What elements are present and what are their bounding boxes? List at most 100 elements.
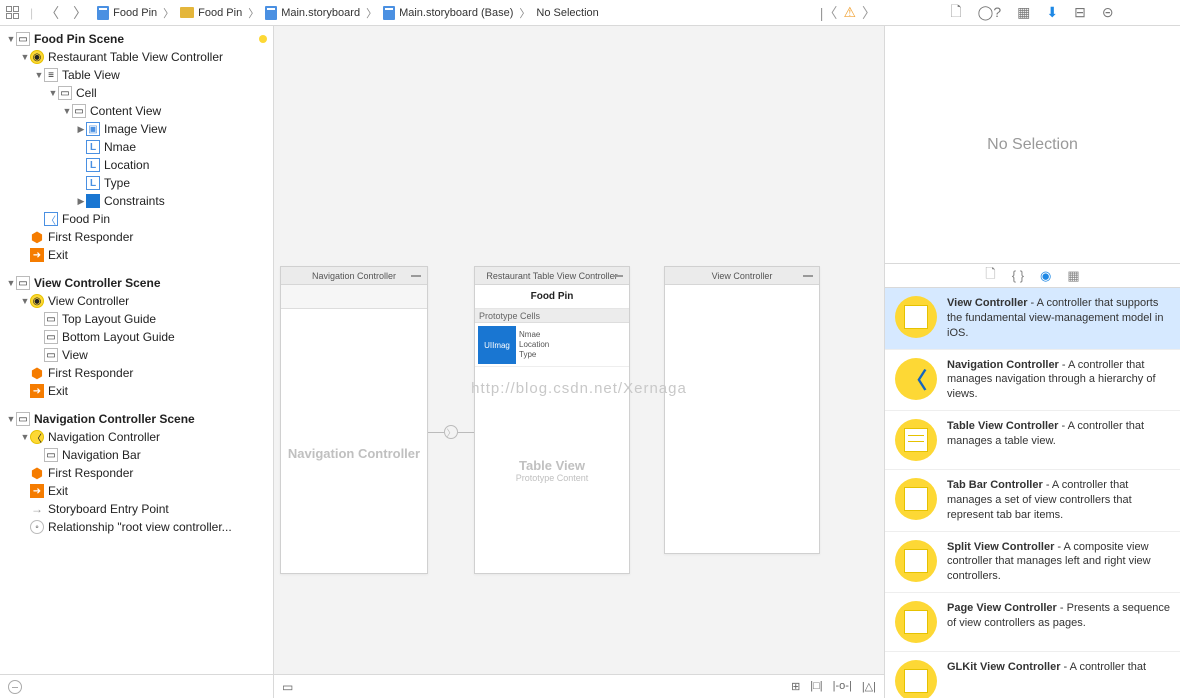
exit-row[interactable]: ➜Exit <box>0 382 273 400</box>
library-item[interactable]: View Controller - A controller that supp… <box>885 288 1180 350</box>
identity-inspector-icon[interactable]: ▦ <box>1017 4 1030 21</box>
vc-row[interactable]: ▼◉View Controller <box>0 292 273 310</box>
firstresponder-icon: ⬢ <box>30 366 44 380</box>
firstresponder-row[interactable]: ⬢First Responder <box>0 364 273 382</box>
library-item-icon <box>895 660 937 698</box>
file-inspector-icon[interactable]: 🗋 <box>950 1 961 25</box>
cell-row[interactable]: ▼▭Cell <box>0 84 273 102</box>
code-snippet-tab-icon[interactable]: { } <box>1012 268 1024 283</box>
firstresponder-row[interactable]: ⬢First Responder <box>0 464 273 482</box>
exit-row[interactable]: ➜Exit <box>0 482 273 500</box>
library-item[interactable]: GLKit View Controller - A controller tha… <box>885 652 1180 698</box>
library-item[interactable]: Page View Controller - Presents a sequen… <box>885 593 1180 652</box>
constraints-row[interactable]: ▶Constraints <box>0 192 273 210</box>
navitem-row[interactable]: 〈Food Pin <box>0 210 273 228</box>
warning-icon[interactable]: ⚠ <box>843 4 856 21</box>
stack-icon[interactable]: ⊞ <box>791 680 800 693</box>
quick-help-icon[interactable]: ◯? <box>978 4 1001 21</box>
breadcrumb[interactable]: Food Pin 〉 Food Pin 〉 Main.storyboard 〉 … <box>97 5 599 21</box>
inspector-selector-bar: 🗋 ◯? ▦ ⬇ ⊟ ⊝ <box>884 0 1180 26</box>
view-controller-scene[interactable]: View Controller <box>664 266 820 554</box>
prototype-header: Prototype Cells <box>475 309 629 323</box>
top-bar: | 〈 〉 Food Pin 〉 Food Pin 〉 Main.storybo… <box>0 0 884 26</box>
attributes-inspector-icon[interactable]: ⬇ <box>1046 4 1058 21</box>
object-library-tab-icon[interactable]: ◉ <box>1040 268 1051 284</box>
pin-icon[interactable]: |-o-| <box>833 680 852 693</box>
library-item-icon <box>895 296 937 338</box>
toggle-outline-icon[interactable]: ▭ <box>282 680 293 694</box>
imageview-row[interactable]: ▶▣Image View <box>0 120 273 138</box>
vc-icon: 〈 <box>30 430 44 444</box>
exit-icon: ➜ <box>30 484 44 498</box>
nav-title: Food Pin <box>475 285 629 309</box>
library-tabs: 🗋 { } ◉ ▦ <box>885 264 1180 288</box>
connections-inspector-icon[interactable]: ⊝ <box>1102 4 1114 21</box>
filter-icon[interactable] <box>8 680 22 694</box>
scene-row[interactable]: ▼▭Navigation Controller Scene <box>0 410 273 428</box>
firstresponder-icon: ⬢ <box>30 230 44 244</box>
scene-row[interactable]: ▼▭Food Pin Scene <box>0 30 273 48</box>
library-item[interactable]: 〈Navigation Controller - A controller th… <box>885 350 1180 412</box>
storyboard-canvas[interactable]: http://blog.csdn.net/Xernaga Navigation … <box>274 26 884 698</box>
file-template-tab-icon[interactable]: 🗋 <box>985 265 995 287</box>
prototype-cell[interactable]: UIImag Nmae Location Type <box>475 323 629 367</box>
navigation-controller-scene[interactable]: Navigation Controller Navigation Control… <box>280 266 428 574</box>
table-view-controller-scene[interactable]: Restaurant Table View Controller Food Pi… <box>474 266 630 574</box>
library-item-icon: 〈 <box>895 358 937 400</box>
breadcrumb-item[interactable]: No Selection <box>536 7 598 19</box>
breadcrumb-item[interactable]: Main.storyboard (Base) <box>399 7 513 19</box>
nav-forward-icon[interactable]: 〉 <box>71 3 89 23</box>
view-row[interactable]: ▭View <box>0 346 273 364</box>
object-library-list[interactable]: View Controller - A controller that supp… <box>885 288 1180 698</box>
scene-row[interactable]: ▼▭View Controller Scene <box>0 274 273 292</box>
tableview-icon: ≡ <box>44 68 58 82</box>
library-item-text: Split View Controller - A composite view… <box>947 540 1170 585</box>
align-icon[interactable]: |□| <box>810 680 822 693</box>
breadcrumb-item[interactable]: Main.storyboard <box>281 7 360 19</box>
resolve-icon[interactable]: |△| <box>862 680 876 693</box>
navbar-row[interactable]: ▭Navigation Bar <box>0 446 273 464</box>
related-items-icon[interactable] <box>6 6 20 20</box>
scene-icon: ▭ <box>16 412 30 426</box>
library-item[interactable]: Table View Controller - A controller tha… <box>885 411 1180 470</box>
library-item-icon <box>895 478 937 520</box>
library-item[interactable]: Tab Bar Controller - A controller that m… <box>885 470 1180 532</box>
layoutguide-row[interactable]: ▭Bottom Layout Guide <box>0 328 273 346</box>
nav-back-icon[interactable]: 〈 <box>43 3 61 23</box>
segue[interactable]: 〉 <box>428 424 474 440</box>
size-inspector-icon[interactable]: ⊟ <box>1074 4 1086 21</box>
layoutguide-row[interactable]: ▭Top Layout Guide <box>0 310 273 328</box>
relationship-icon: ◦ <box>30 520 44 534</box>
library-item-text: Tab Bar Controller - A controller that m… <box>947 478 1170 523</box>
label-row[interactable]: LNmae <box>0 138 273 156</box>
breadcrumb-item[interactable]: Food Pin <box>113 7 157 19</box>
layoutguide-icon: ▭ <box>44 330 58 344</box>
tableview-row[interactable]: ▼≡Table View <box>0 66 273 84</box>
next-issue-icon[interactable]: 〉 <box>860 3 878 23</box>
relationship-row[interactable]: ◦Relationship "root view controller... <box>0 518 273 536</box>
prev-issue-icon[interactable]: |〈 <box>818 3 840 23</box>
proto-imageview: UIImag <box>478 326 516 364</box>
exit-row[interactable]: ➜Exit <box>0 246 273 264</box>
project-icon <box>97 6 109 20</box>
navitem-icon: 〈 <box>44 212 58 226</box>
library-item-text: Page View Controller - Presents a sequen… <box>947 601 1170 643</box>
outline-filter-bar[interactable] <box>0 674 273 698</box>
label-icon: L <box>86 140 100 154</box>
storyboard-icon <box>383 6 395 20</box>
firstresponder-icon: ⬢ <box>30 466 44 480</box>
library-item[interactable]: Split View Controller - A composite view… <box>885 532 1180 594</box>
vc-row[interactable]: ▼〈Navigation Controller <box>0 428 273 446</box>
proto-label: Type <box>519 350 549 359</box>
scene-badge-icon <box>259 35 267 43</box>
vc-row[interactable]: ▼◉Restaurant Table View Controller <box>0 48 273 66</box>
breadcrumb-item[interactable]: Food Pin <box>198 7 242 19</box>
contentview-row[interactable]: ▼▭Content View <box>0 102 273 120</box>
library-item-icon <box>895 540 937 582</box>
label-row[interactable]: LType <box>0 174 273 192</box>
entrypoint-row[interactable]: →Storyboard Entry Point <box>0 500 273 518</box>
media-library-tab-icon[interactable]: ▦ <box>1067 268 1079 284</box>
label-row[interactable]: LLocation <box>0 156 273 174</box>
firstresponder-row[interactable]: ⬢First Responder <box>0 228 273 246</box>
imageview-icon: ▣ <box>86 122 100 136</box>
